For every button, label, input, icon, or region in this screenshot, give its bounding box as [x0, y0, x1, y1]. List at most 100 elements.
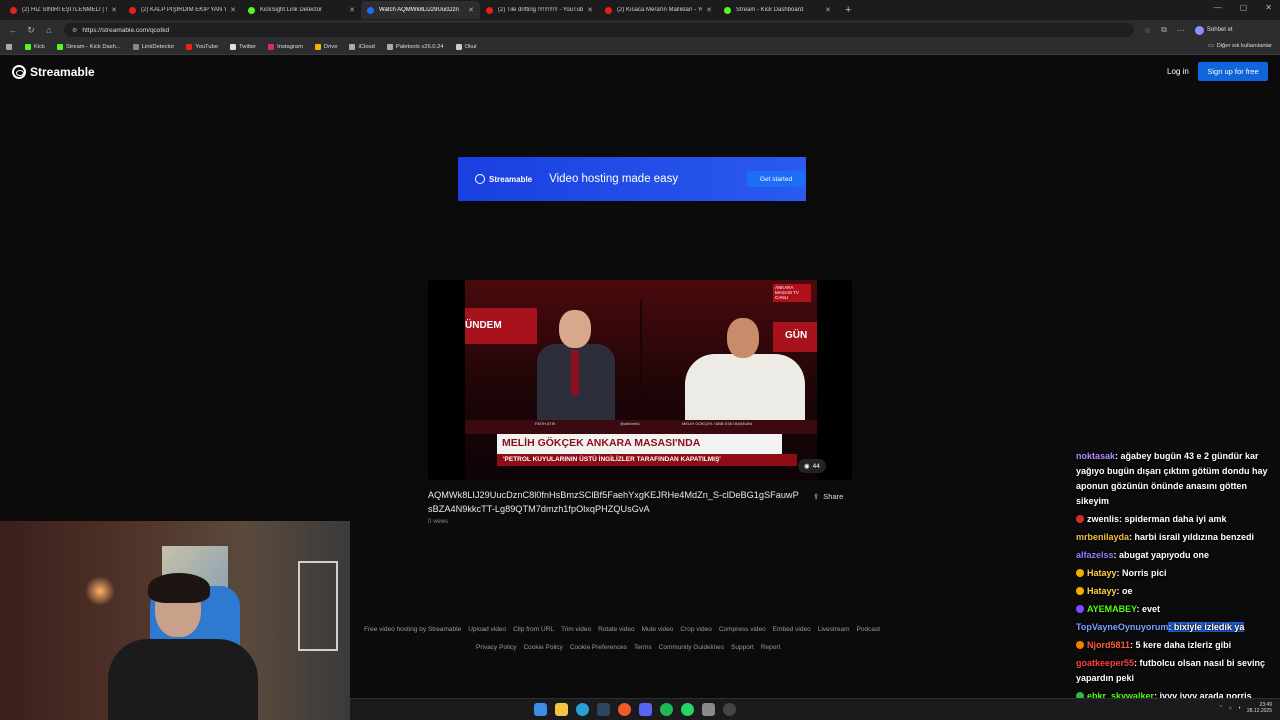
footer-link[interactable]: Support [731, 644, 754, 651]
bookmark-item[interactable]: iCloud [349, 44, 375, 50]
tv-graphic-left: ÜNDEM [465, 308, 537, 344]
footer-link[interactable]: Crop video [680, 626, 711, 633]
chat-message: alfazelss: abugat yapıyodu one [1076, 548, 1280, 563]
close-window-icon[interactable]: ✕ [1265, 3, 1272, 12]
bookmark-item[interactable]: Kick [25, 44, 45, 50]
extensions-icon[interactable]: ⧉ [1161, 25, 1167, 35]
browser-tab[interactable]: (2) KALP PİŞİRDİM EKİP YAN YATTI✕ [123, 1, 242, 19]
browser-tab[interactable]: Stream - Kick Dashboard ✕ [718, 1, 837, 19]
browser-tab-active[interactable]: Watch AQMWk8LIJ29UucDzn ✕ [361, 1, 480, 19]
chat-username: zwenlis [1087, 514, 1120, 524]
footer-link[interactable]: Clip from URL [513, 626, 554, 633]
brave-icon[interactable] [618, 703, 631, 716]
login-link[interactable]: Log in [1167, 67, 1189, 76]
bookmark-item[interactable]: Drive [314, 44, 337, 50]
footer-link[interactable]: Podcast [857, 626, 881, 633]
favorite-star-icon[interactable]: ☆ [1144, 26, 1151, 35]
icloud-icon [349, 44, 356, 50]
bookmark-item[interactable]: Paletools v26.0.24 [386, 44, 444, 50]
youtube-icon [129, 6, 136, 14]
footer-link[interactable]: Cookie Preferences [570, 644, 627, 651]
close-tab-icon[interactable]: ✕ [706, 6, 712, 14]
footer-link[interactable]: Community Guidelines [659, 644, 724, 651]
bookmark-item[interactable]: Stream - Kick Dash... [56, 44, 121, 50]
footer-link[interactable]: Upload video [468, 626, 506, 633]
chat-text: : harbi israil yıldızına benzedi [1129, 532, 1255, 542]
close-tab-icon[interactable]: ✕ [111, 6, 117, 14]
other-bookmarks[interactable]: ▭ Diğer sık kullanılanlar [1208, 43, 1272, 49]
bookmark-item[interactable]: LinkDetector [132, 44, 174, 50]
site-info-icon[interactable]: ⚙ [72, 27, 77, 34]
signup-button[interactable]: Sign up for free [1198, 62, 1268, 81]
browser-tab[interactable]: KickSight Link Detector ✕ [242, 1, 361, 19]
tab-title: KickSight Link Detector [260, 7, 323, 13]
footer-link[interactable]: Livestream [818, 626, 850, 633]
logo-text: Streamable [30, 65, 95, 79]
spotify-icon[interactable] [660, 703, 673, 716]
home-icon[interactable]: ⌂ [42, 25, 56, 35]
browser-tab[interactable]: (2) Kısaca Meral'in Mallıkları - You ✕ [599, 1, 718, 19]
footer-link[interactable]: Trim video [561, 626, 591, 633]
banner-brand-text: Streamable [489, 174, 533, 184]
bookmark-item[interactable]: Twitter [230, 44, 256, 50]
edge-icon[interactable] [576, 703, 589, 716]
footer-link[interactable]: Rotate video [598, 626, 635, 633]
discord-icon[interactable] [639, 703, 652, 716]
bookmark-item[interactable] [6, 44, 15, 50]
chat-text: : oe [1116, 586, 1133, 596]
reload-icon[interactable]: ↻ [24, 25, 38, 36]
bookmark-item[interactable]: YouTube [186, 44, 218, 50]
maximize-icon[interactable]: ▢ [1240, 3, 1248, 12]
screen: (2) HIZ SINIRI EŞİTLENMELİ | 5Sır ✕ (2) K… [0, 0, 1280, 720]
browser-tab[interactable]: (2) HIZ SINIRI EŞİTLENMELİ | 5Sır ✕ [4, 1, 123, 19]
get-started-button[interactable]: Get started [747, 171, 805, 187]
footer-link[interactable]: Report [761, 644, 781, 651]
bookmark-item[interactable]: Okul [455, 44, 477, 50]
whatsapp-icon[interactable] [681, 703, 694, 716]
copilot-button[interactable]: Sohbet et [1194, 25, 1233, 35]
ad-banner[interactable]: Streamable Video hosting made easy Get s… [458, 157, 806, 201]
settings-menu-icon[interactable]: ⋯ [1177, 26, 1185, 35]
close-tab-icon[interactable]: ✕ [349, 6, 355, 14]
viewers-pill: ◉ 44 [798, 459, 826, 473]
share-button[interactable]: ⇪ Share [807, 488, 849, 504]
host-head [559, 310, 591, 348]
bookmark-item[interactable]: Instagram [268, 44, 303, 50]
close-tab-icon[interactable]: ✕ [587, 6, 593, 14]
footer-link[interactable]: Embed video [773, 626, 811, 633]
chat-username: Hatayy [1087, 568, 1117, 578]
tv-channel-logo: ANKARA MASASI TV CANLI [773, 284, 811, 302]
chat-message: goatkeeper55: futbolcu olsan nasıl bi se… [1076, 656, 1280, 686]
close-tab-icon[interactable]: ✕ [468, 6, 474, 14]
footer-link[interactable]: Compress video [719, 626, 766, 633]
browser-tab[interactable]: (2) Tile drifting !!!!!!!!!!!! - YouTube… [480, 1, 599, 19]
back-icon[interactable]: ← [6, 25, 20, 35]
chat-message: Hatayy: Norris pici [1076, 566, 1280, 581]
host-name-caption: FATİH ATİK [535, 421, 556, 426]
footer-link[interactable]: Cookie Policy [523, 644, 562, 651]
tab-title: (2) KALP PİŞİRDİM EKİP YAN YATTI [141, 7, 227, 13]
volume-icon[interactable]: ◖ [1238, 705, 1241, 711]
footer-link[interactable]: Terms [634, 644, 652, 651]
file-explorer-icon[interactable] [555, 703, 568, 716]
footer-link[interactable]: Mute video [642, 626, 674, 633]
footer-links-secondary: Privacy Policy Cookie Policy Cookie Pref… [476, 644, 780, 651]
minimize-icon[interactable]: — [1214, 3, 1222, 12]
close-tab-icon[interactable]: ✕ [825, 6, 831, 14]
start-icon[interactable] [534, 703, 547, 716]
settings-icon[interactable] [702, 703, 715, 716]
address-bar[interactable]: ⚙ https://streamable.com/qcotkd [64, 23, 1134, 37]
network-icon[interactable]: ⌂ [1229, 705, 1232, 711]
new-tab-icon[interactable]: + [845, 4, 851, 16]
steam-icon[interactable] [597, 703, 610, 716]
close-tab-icon[interactable]: ✕ [230, 6, 236, 14]
footer-link[interactable]: Privacy Policy [476, 644, 516, 651]
streamable-logo-icon [475, 174, 485, 184]
copilot-label: Sohbet et [1206, 27, 1233, 33]
footer-link[interactable]: Free video hosting by Streamable [364, 626, 461, 633]
streamable-logo[interactable]: Streamable [12, 65, 95, 79]
chevron-up-icon[interactable]: ⌃ [1219, 705, 1223, 711]
clock[interactable]: 23:49 28.12.2025 [1247, 702, 1272, 714]
video-player[interactable]: ÜNDEM GÜN ANKARA MASASI TV CANLI FATİH A… [428, 280, 852, 480]
obs-icon[interactable] [723, 703, 736, 716]
